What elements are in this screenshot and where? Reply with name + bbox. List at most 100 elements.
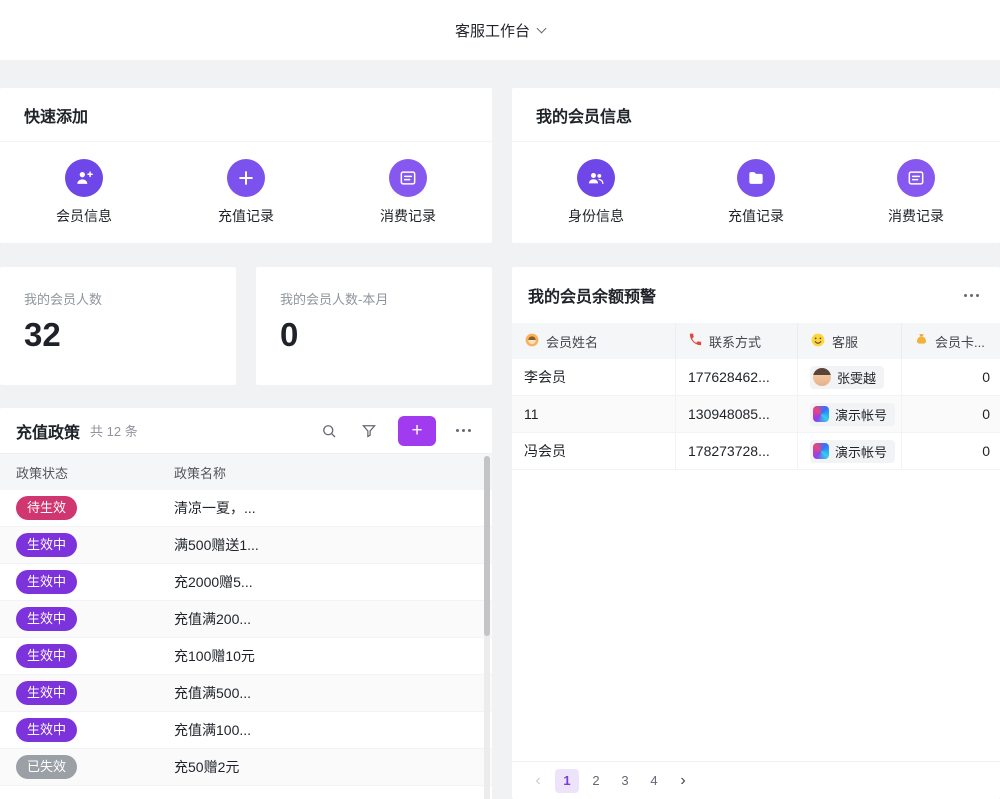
more-icon[interactable] (958, 282, 984, 308)
status-badge: 生效中 (16, 718, 77, 742)
policy-name: 充值满500... (166, 683, 492, 703)
member-balance: 0 (902, 359, 1000, 395)
policy-name: 充值满100... (166, 720, 492, 740)
table-row[interactable]: 冯会员 178273728... 演示帐号 0 (512, 433, 1000, 470)
customer-service-workbench: 客服工作台 快速添加 会员信息 充值记录 (0, 0, 1000, 799)
page-button-3[interactable]: 3 (613, 769, 637, 793)
stat-cards: 我的会员人数 32 我的会员人数-本月 0 (0, 267, 492, 385)
receipt-icon (389, 159, 427, 197)
demo-account-logo-icon (813, 406, 829, 422)
status-badge: 待生效 (16, 496, 77, 520)
policy-name: 清凉一夏，... (166, 498, 492, 518)
more-icon[interactable] (450, 418, 476, 444)
my-member-info-title: 我的会员信息 (536, 103, 632, 127)
avatar (813, 368, 831, 386)
quick-add-card: 快速添加 会员信息 充值记录 (0, 88, 492, 243)
table-row[interactable]: 李会员 177628462... 张雯越 0 (512, 359, 1000, 396)
action-label: 消费记录 (888, 206, 944, 226)
plus-icon (227, 159, 265, 197)
agent-tag: 演示帐号 (810, 403, 895, 426)
stat-member-count: 我的会员人数 32 (0, 267, 236, 385)
filter-icon[interactable] (356, 418, 382, 444)
table-row[interactable]: 已失效 充50赠2元 (0, 749, 492, 786)
recharge-policy-count: 共 12 条 (90, 421, 138, 440)
pagination: ‹ 1 2 3 4 › (512, 761, 1000, 799)
table-row[interactable]: 生效中 充100赠10元 (0, 638, 492, 675)
stat-value: 0 (280, 316, 468, 354)
balance-warning-title: 我的会员余额预警 (528, 283, 656, 307)
policy-table-header: 政策状态 政策名称 (0, 454, 492, 490)
recharge-policy-card: 充值政策 共 12 条 + 政策状态 政策名称 待生效 (0, 408, 492, 799)
member-face-icon (524, 332, 540, 351)
column-header-contact: 联系方式 (676, 323, 798, 359)
table-row[interactable]: 生效中 充值满500... (0, 675, 492, 712)
stat-label: 我的会员人数-本月 (280, 289, 468, 308)
table-row[interactable]: 生效中 充值满200... (0, 601, 492, 638)
receipt-icon (897, 159, 935, 197)
column-header-status: 政策状态 (0, 463, 166, 482)
policy-name: 满500赠送1... (166, 535, 492, 555)
workspace-switcher[interactable]: 客服工作台 (455, 20, 545, 41)
prev-page-button[interactable]: ‹ (526, 769, 550, 793)
page-button-2[interactable]: 2 (584, 769, 608, 793)
status-badge: 生效中 (16, 533, 77, 557)
people-icon (577, 159, 615, 197)
search-icon[interactable] (316, 418, 342, 444)
member-recharge-record-button[interactable]: 充值记录 (728, 159, 784, 226)
member-balance: 0 (902, 396, 1000, 432)
folder-icon (737, 159, 775, 197)
quick-add-header: 快速添加 (0, 88, 492, 142)
page-button-4[interactable]: 4 (642, 769, 666, 793)
identity-info-button[interactable]: 身份信息 (568, 159, 624, 226)
quick-add-member-info-button[interactable]: 会员信息 (56, 159, 112, 226)
member-phone: 130948085... (676, 396, 798, 432)
next-page-button[interactable]: › (671, 769, 695, 793)
member-balance: 0 (902, 433, 1000, 469)
agent-tag: 演示帐号 (810, 440, 895, 463)
status-badge: 生效中 (16, 570, 77, 594)
money-bag-icon (914, 332, 929, 350)
table-row[interactable]: 11 130948085... 演示帐号 0 (512, 396, 1000, 433)
member-phone: 177628462... (676, 359, 798, 395)
action-label: 会员信息 (56, 206, 112, 226)
status-badge: 已失效 (16, 755, 77, 779)
status-badge: 生效中 (16, 644, 77, 668)
agent-tag: 张雯越 (810, 366, 884, 389)
policy-name: 充值满200... (166, 609, 492, 629)
left-column: 快速添加 会员信息 充值记录 (0, 88, 492, 799)
member-consume-record-button[interactable]: 消费记录 (888, 159, 944, 226)
column-header-name: 政策名称 (166, 463, 492, 482)
action-label: 充值记录 (728, 206, 784, 226)
stat-member-count-month: 我的会员人数-本月 0 (256, 267, 492, 385)
policy-name: 充50赠2元 (166, 757, 492, 777)
table-row[interactable]: 生效中 充2000赠5... (0, 564, 492, 601)
balance-warning-header: 我的会员余额预警 (512, 267, 1000, 323)
table-row[interactable]: 待生效 清凉一夏，... (0, 490, 492, 527)
member-add-icon (65, 159, 103, 197)
my-member-info-header: 我的会员信息 (512, 88, 1000, 142)
add-policy-button[interactable]: + (398, 416, 436, 446)
demo-account-logo-icon (813, 443, 829, 459)
table-row[interactable]: 生效中 充值满100... (0, 712, 492, 749)
quick-add-title: 快速添加 (24, 103, 88, 127)
policy-name: 充2000赠5... (166, 572, 492, 592)
recharge-policy-header: 充值政策 共 12 条 + (0, 408, 492, 454)
scrollbar-thumb[interactable] (484, 456, 490, 636)
phone-icon (688, 332, 703, 350)
top-header: 客服工作台 (0, 0, 1000, 60)
member-name: 冯会员 (512, 433, 676, 469)
page-button-1[interactable]: 1 (555, 769, 579, 793)
right-column: 我的会员信息 身份信息 充值记录 (512, 88, 1000, 799)
quick-add-consume-record-button[interactable]: 消费记录 (380, 159, 436, 226)
member-name: 11 (512, 396, 676, 432)
my-member-info-card: 我的会员信息 身份信息 充值记录 (512, 88, 1000, 243)
column-header-member-name: 会员姓名 (512, 323, 676, 359)
balance-warning-card: 我的会员余额预警 会员姓名 联系方式 客服 (512, 267, 1000, 799)
recharge-policy-title: 充值政策 (16, 419, 80, 443)
member-name: 李会员 (512, 359, 676, 395)
quick-add-recharge-record-button[interactable]: 充值记录 (218, 159, 274, 226)
table-row[interactable]: 生效中 满500赠送1... (0, 527, 492, 564)
chevron-down-icon (537, 24, 547, 34)
column-header-agent: 客服 (798, 323, 902, 359)
status-badge: 生效中 (16, 681, 77, 705)
